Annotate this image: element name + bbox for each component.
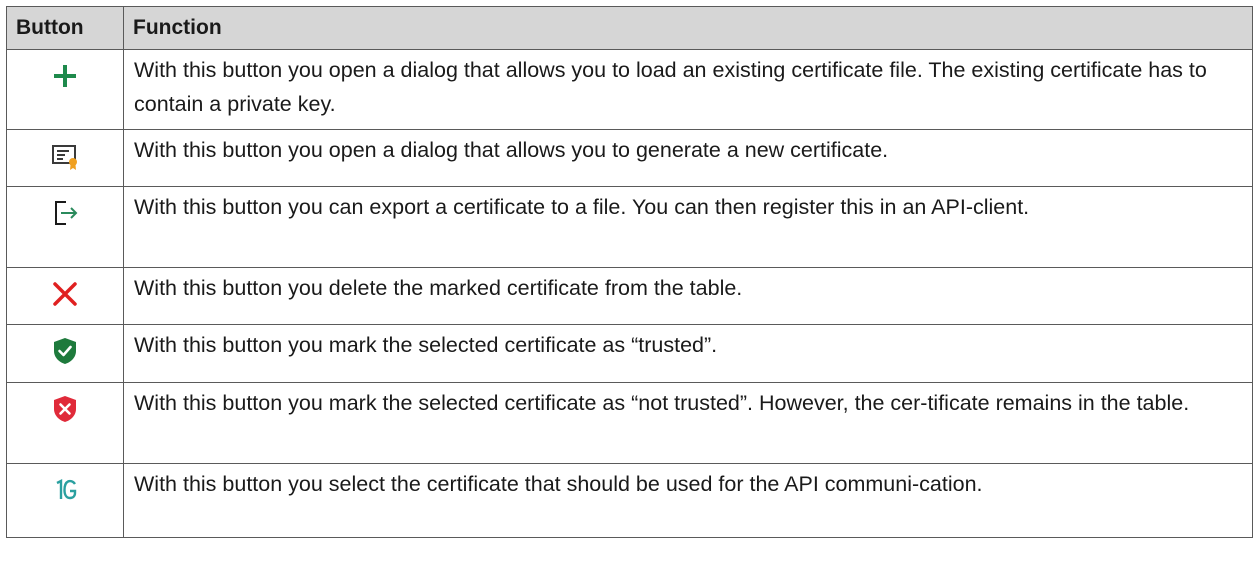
table-row: With this button you can export a certif… — [6, 186, 1253, 268]
export-icon — [48, 196, 82, 230]
icon-cell — [6, 267, 124, 325]
function-description: With this button you delete the marked c… — [123, 267, 1253, 325]
icon-cell — [6, 49, 124, 130]
table-row: With this button you open a dialog that … — [6, 49, 1253, 130]
function-description: With this button you can export a certif… — [123, 186, 1253, 268]
table-row: With this button you mark the selected c… — [6, 324, 1253, 383]
shield-x-icon — [48, 392, 82, 426]
icon-cell — [6, 129, 124, 187]
certificate-icon — [48, 139, 82, 173]
function-description: With this button you select the certific… — [123, 463, 1253, 538]
delete-x-icon — [48, 277, 82, 311]
button-function-table: Button Function With this button you ope… — [6, 6, 1253, 538]
icon-cell — [6, 324, 124, 383]
table-row: With this button you mark the selected c… — [6, 382, 1253, 464]
icon-cell — [6, 186, 124, 268]
api-select-icon — [48, 473, 82, 507]
function-description: With this button you open a dialog that … — [123, 49, 1253, 130]
icon-cell — [6, 463, 124, 538]
header-row: Button Function — [6, 6, 1253, 50]
shield-check-icon — [48, 334, 82, 368]
header-button: Button — [6, 6, 124, 50]
header-function: Function — [123, 6, 1253, 50]
icon-cell — [6, 382, 124, 464]
plus-icon — [48, 59, 82, 93]
function-description: With this button you mark the selected c… — [123, 382, 1253, 464]
table-row: With this button you delete the marked c… — [6, 267, 1253, 325]
function-description: With this button you mark the selected c… — [123, 324, 1253, 383]
table-row: With this button you open a dialog that … — [6, 129, 1253, 187]
table-row: With this button you select the certific… — [6, 463, 1253, 538]
function-description: With this button you open a dialog that … — [123, 129, 1253, 187]
